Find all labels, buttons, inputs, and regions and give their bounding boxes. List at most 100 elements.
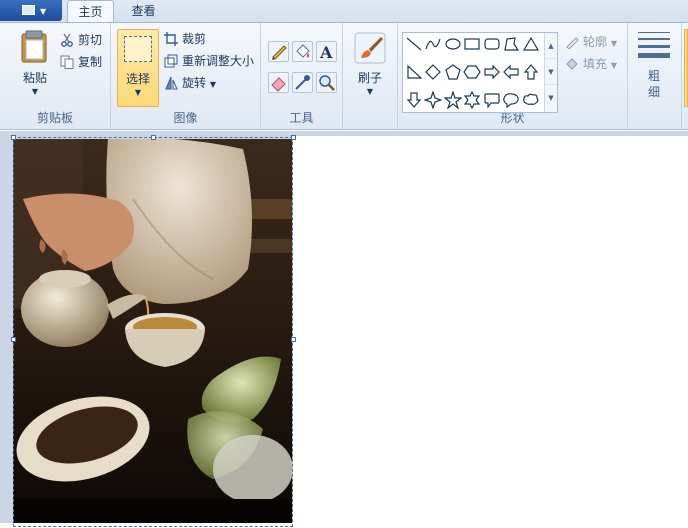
select-button[interactable]: 选择 ▼ (117, 29, 159, 107)
svg-text:A: A (319, 43, 333, 61)
rotate-dropdown-icon: ▼ (209, 80, 216, 89)
cut-label: 剪切 (78, 33, 103, 47)
fill-dropdown-icon: ▼ (610, 61, 617, 70)
six-point-star-shape-icon[interactable] (463, 91, 481, 109)
brushes-dropdown-icon: ▼ (366, 87, 374, 96)
outline-label: 轮廓 (583, 35, 608, 49)
pencil-tool[interactable] (268, 41, 289, 62)
select-label: 选择 (125, 72, 150, 86)
resize-handle-top[interactable] (151, 135, 156, 140)
outline-button[interactable]: 轮廓 ▼ (563, 32, 617, 52)
text-icon: A (319, 43, 333, 62)
cut-button[interactable]: 剪切 (58, 30, 102, 50)
shape-fill-icon (566, 58, 578, 70)
eraser-icon (271, 77, 286, 92)
paint-menu-button[interactable]: ▼ (0, 0, 62, 21)
tools-group: A 工具 (261, 23, 343, 129)
four-point-star-shape-icon[interactable] (424, 91, 442, 109)
resize-handle-left[interactable] (11, 337, 16, 342)
crop-button[interactable]: 裁剪 (162, 29, 206, 49)
outline-icon (566, 37, 579, 49)
brushes-button[interactable]: 刷子 ▼ (349, 29, 391, 101)
left-arrow-shape-icon[interactable] (502, 63, 520, 81)
clipboard-group-label: 剪贴板 (36, 111, 73, 125)
resize-label: 重新调整大小 (182, 54, 255, 68)
rotate-icon (165, 76, 178, 90)
rounded-rectangle-shape-icon[interactable] (483, 35, 501, 53)
curve-shape-icon[interactable] (424, 35, 442, 53)
copy-label: 复制 (78, 55, 103, 69)
hexagon-shape-icon[interactable] (463, 63, 481, 81)
pentagon-shape-icon[interactable] (444, 63, 462, 81)
fill-bucket-icon (296, 44, 310, 58)
polygon-shape-icon[interactable] (502, 35, 520, 53)
copy-button[interactable]: 复制 (58, 52, 102, 72)
oval-shape-icon[interactable] (444, 35, 462, 53)
rotate-label: 旋转 (182, 76, 207, 90)
right-arrow-shape-icon[interactable] (483, 63, 501, 81)
tab-view[interactable]: 查看 (120, 0, 167, 23)
ribbon-tab-bar: ▼ 主页 查看 (0, 0, 688, 23)
paste-label: 粘贴 (22, 71, 47, 85)
outline-dropdown-icon: ▼ (610, 39, 617, 48)
tea-photo (13, 139, 292, 523)
copy-icon (60, 55, 74, 69)
shapes-gallery[interactable]: ▲ ▼ ▼ (402, 32, 558, 113)
crop-label: 裁剪 (182, 32, 207, 46)
paste-icon (21, 30, 47, 63)
tools-group-label: 工具 (289, 111, 314, 125)
resize-handle-right[interactable] (291, 337, 296, 342)
gallery-down-icon[interactable]: ▼ (545, 59, 557, 85)
triangle-shape-icon[interactable] (522, 35, 540, 53)
fill-button[interactable]: 填充 ▼ (563, 54, 617, 74)
brushes-label: 刷子 (357, 71, 382, 85)
resize-handle-top-left[interactable] (11, 135, 16, 140)
size-group: 粗 细 (628, 23, 682, 129)
paste-button[interactable]: 粘贴 ▼ (14, 29, 56, 101)
size-button[interactable]: 粗 细 (636, 29, 672, 105)
shapes-gallery-scrollbar[interactable]: ▲ ▼ ▼ (544, 33, 557, 112)
magnifier-icon (319, 75, 335, 91)
line-width-icon (638, 32, 670, 58)
canvas-image[interactable] (13, 139, 292, 523)
oval-callout-shape-icon[interactable] (502, 91, 520, 109)
five-point-star-shape-icon[interactable] (444, 91, 462, 109)
size-label-bottom: 细 (647, 85, 660, 99)
select-dropdown-icon: ▼ (134, 88, 142, 97)
rotate-button[interactable]: 旋转 ▼ (162, 73, 216, 93)
color-picker-tool[interactable] (292, 72, 313, 93)
down-arrow-shape-icon[interactable] (405, 91, 423, 109)
image-group-label: 图像 (173, 111, 198, 125)
brush-icon (354, 32, 386, 64)
fill-tool[interactable] (292, 41, 313, 62)
diamond-shape-icon[interactable] (424, 63, 442, 81)
image-group: 选择 ▼ 裁剪 重新调整大小 旋转 ▼ 图像 (111, 23, 261, 129)
up-arrow-shape-icon[interactable] (522, 63, 540, 81)
clipboard-group: 粘贴 ▼ 剪切 复制 剪贴板 (0, 23, 111, 129)
tab-home[interactable]: 主页 (67, 0, 114, 23)
right-triangle-shape-icon[interactable] (405, 63, 423, 81)
rectangle-shape-icon[interactable] (463, 35, 481, 53)
brushes-group: 刷子 ▼ (343, 23, 398, 129)
crop-icon (164, 32, 178, 46)
gallery-more-icon[interactable]: ▼ (545, 85, 557, 111)
resize-icon (164, 54, 178, 68)
color1-edge[interactable] (684, 29, 688, 107)
gallery-up-icon[interactable]: ▲ (545, 33, 557, 59)
canvas-background[interactable] (293, 136, 688, 528)
text-tool[interactable]: A (316, 41, 337, 62)
resize-button[interactable]: 重新调整大小 (162, 51, 254, 71)
size-label-top: 粗 (647, 69, 660, 83)
color-picker-icon (295, 75, 310, 90)
fill-label: 填充 (583, 57, 608, 71)
line-shape-icon[interactable] (405, 35, 423, 53)
magnifier-tool[interactable] (316, 72, 337, 93)
pencil-icon (272, 45, 287, 60)
rounded-callout-shape-icon[interactable] (483, 91, 501, 109)
eraser-tool[interactable] (268, 72, 289, 93)
cloud-callout-shape-icon[interactable] (522, 91, 540, 109)
resize-handle-top-right[interactable] (291, 135, 296, 140)
paint-menu-icon (22, 5, 35, 15)
ribbon: 粘贴 ▼ 剪切 复制 剪贴板 选择 ▼ 裁剪 重新调整大小 旋转 ▼ 图像 A … (0, 22, 688, 130)
select-icon (124, 36, 152, 62)
